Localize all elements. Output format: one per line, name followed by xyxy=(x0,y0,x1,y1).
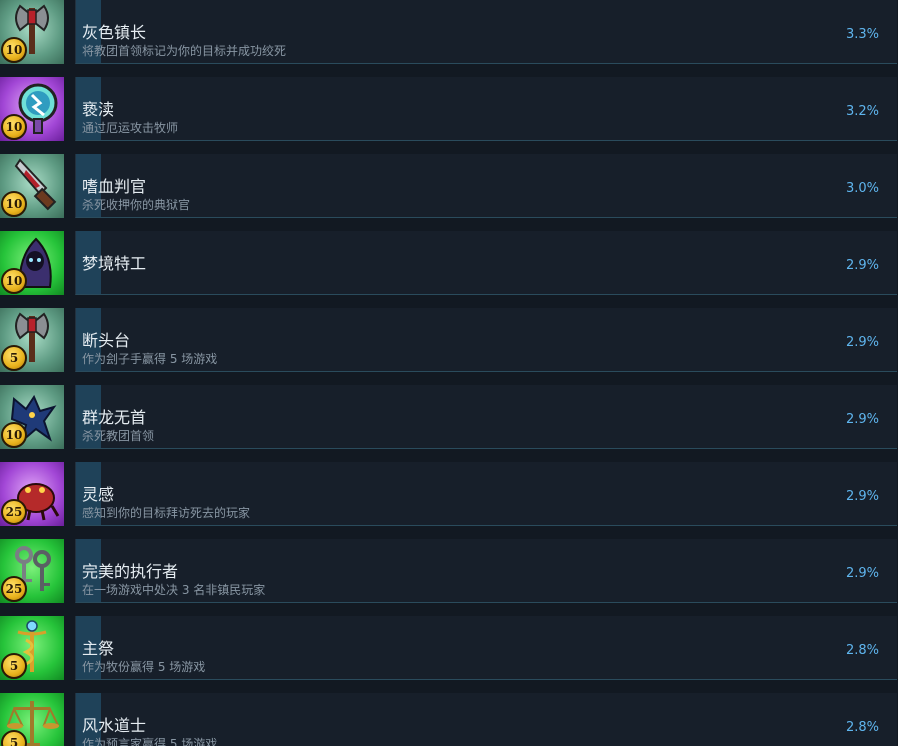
achievement-card: 梦境特工 2.9% xyxy=(75,231,897,295)
achievement-card: 灵感感知到你的目标拜访死去的玩家 2.9% xyxy=(75,462,897,526)
achievement-card: 完美的执行者在一场游戏中处决 3 名非镇民玩家 2.9% xyxy=(75,539,897,603)
points-coin: 5 xyxy=(1,345,27,371)
unlock-percent: 2.9% xyxy=(845,566,879,581)
unlock-percent: 2.8% xyxy=(845,720,879,735)
achievement-card: 嗜血判官杀死收押你的典狱官 3.0% xyxy=(75,154,897,218)
achievement-title: 亵渎 xyxy=(82,100,115,119)
points-coin: 10 xyxy=(1,114,27,140)
achievement-title: 完美的执行者 xyxy=(82,562,179,581)
points-coin: 10 xyxy=(1,422,27,448)
achievement-row[interactable]: 25 灵感感知到你的目标拜访死去的玩家 2.9% xyxy=(0,462,898,528)
points-coin: 25 xyxy=(1,576,27,602)
achievement-row[interactable]: 10 梦境特工 2.9% xyxy=(0,231,898,297)
unlock-percent: 2.9% xyxy=(845,258,879,273)
points-coin: 10 xyxy=(1,37,27,63)
achievement-icon: 10 xyxy=(0,231,64,295)
achievement-card: 灰色镇长将教团首领标记为你的目标并成功绞死 3.3% xyxy=(75,0,897,64)
unlock-percent: 2.8% xyxy=(845,643,879,658)
achievement-title: 灵感 xyxy=(82,485,115,504)
achievement-title: 群龙无首 xyxy=(82,408,147,427)
achievement-description: 作为刽子手赢得 5 场游戏 xyxy=(82,352,218,366)
achievement-icon: 10 xyxy=(0,0,64,64)
achievement-icon: 10 xyxy=(0,385,64,449)
achievement-title: 主祭 xyxy=(82,639,115,658)
achievement-card: 群龙无首杀死教团首领 2.9% xyxy=(75,385,897,449)
achievement-row[interactable]: 25 完美的执行者在一场游戏中处决 3 名非镇民玩家 2.9% xyxy=(0,539,898,605)
achievement-row[interactable]: 10 群龙无首杀死教团首领 2.9% xyxy=(0,385,898,451)
unlock-percent: 2.9% xyxy=(845,489,879,504)
achievement-title: 梦境特工 xyxy=(82,254,147,273)
achievement-row[interactable]: 10 亵渎通过厄运攻击牧师 3.2% xyxy=(0,77,898,143)
achievement-icon: 25 xyxy=(0,462,64,526)
unlock-percent: 3.2% xyxy=(845,104,879,119)
points-coin: 10 xyxy=(1,268,27,294)
points-coin: 25 xyxy=(1,499,27,525)
unlock-percent: 3.3% xyxy=(845,27,879,42)
achievement-description: 杀死收押你的典狱官 xyxy=(82,198,191,212)
unlock-percent: 3.0% xyxy=(845,181,879,196)
achievement-card: 主祭作为牧份赢得 5 场游戏 2.8% xyxy=(75,616,897,680)
achievement-description: 杀死教团首领 xyxy=(82,429,155,443)
achievement-row[interactable]: 5 风水道士作为预言家赢得 5 场游戏 2.8% xyxy=(0,693,898,746)
achievement-list: 10 灰色镇长将教团首领标记为你的目标并成功绞死 3.3% 10 亵渎通过厄运攻击牧师 3… xyxy=(0,0,898,746)
achievement-title: 嗜血判官 xyxy=(82,177,147,196)
achievement-card: 断头台作为刽子手赢得 5 场游戏 2.9% xyxy=(75,308,897,372)
achievement-title: 风水道士 xyxy=(82,716,147,735)
achievement-card: 亵渎通过厄运攻击牧师 3.2% xyxy=(75,77,897,141)
achievement-row[interactable]: 10 灰色镇长将教团首领标记为你的目标并成功绞死 3.3% xyxy=(0,0,898,66)
achievement-icon: 5 xyxy=(0,693,64,746)
achievement-description: 通过厄运攻击牧师 xyxy=(82,121,179,135)
achievement-icon: 5 xyxy=(0,616,64,680)
points-coin: 10 xyxy=(1,191,27,217)
points-coin: 5 xyxy=(1,653,27,679)
achievement-description: 感知到你的目标拜访死去的玩家 xyxy=(82,506,251,520)
achievement-row[interactable]: 5 断头台作为刽子手赢得 5 场游戏 2.9% xyxy=(0,308,898,374)
achievement-row[interactable]: 10 嗜血判官杀死收押你的典狱官 3.0% xyxy=(0,154,898,220)
achievement-icon: 10 xyxy=(0,77,64,141)
achievement-title: 灰色镇长 xyxy=(82,23,147,42)
achievement-description: 作为牧份赢得 5 场游戏 xyxy=(82,660,206,674)
achievement-row[interactable]: 5 主祭作为牧份赢得 5 场游戏 2.8% xyxy=(0,616,898,682)
achievement-description: 将教团首领标记为你的目标并成功绞死 xyxy=(82,44,287,58)
achievement-description: 作为预言家赢得 5 场游戏 xyxy=(82,737,218,746)
achievement-icon: 5 xyxy=(0,308,64,372)
achievement-card: 风水道士作为预言家赢得 5 场游戏 2.8% xyxy=(75,693,897,746)
achievement-title: 断头台 xyxy=(82,331,131,350)
achievement-description: 在一场游戏中处决 3 名非镇民玩家 xyxy=(82,583,266,597)
unlock-percent: 2.9% xyxy=(845,335,879,350)
achievement-icon: 25 xyxy=(0,539,64,603)
unlock-percent: 2.9% xyxy=(845,412,879,427)
achievement-icon: 10 xyxy=(0,154,64,218)
